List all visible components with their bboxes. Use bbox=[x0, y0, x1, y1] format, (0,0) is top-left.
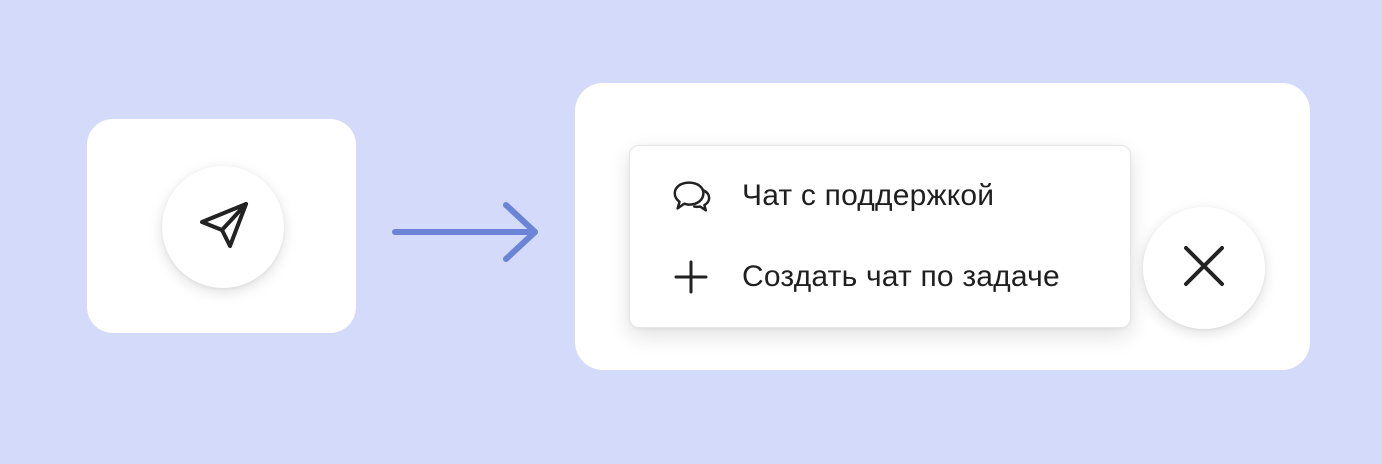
expanded-state-card: Чат с поддержкой Создать чат по задаче bbox=[575, 83, 1310, 370]
chat-bubbles-icon bbox=[670, 175, 712, 217]
close-icon bbox=[1181, 243, 1227, 294]
chat-fab-button[interactable] bbox=[162, 166, 284, 288]
chat-menu: Чат с поддержкой Создать чат по задаче bbox=[629, 145, 1131, 328]
close-fab-button[interactable] bbox=[1143, 207, 1265, 329]
menu-item-create-task-chat[interactable]: Создать чат по задаче bbox=[630, 242, 1130, 312]
paper-plane-icon bbox=[192, 194, 254, 261]
plus-icon bbox=[670, 256, 712, 298]
menu-item-label: Создать чат по задаче bbox=[742, 260, 1060, 293]
menu-item-label: Чат с поддержкой bbox=[742, 179, 995, 212]
menu-item-support-chat[interactable]: Чат с поддержкой bbox=[630, 161, 1130, 231]
arrow-right-icon bbox=[392, 200, 542, 269]
collapsed-state-card bbox=[87, 119, 356, 333]
